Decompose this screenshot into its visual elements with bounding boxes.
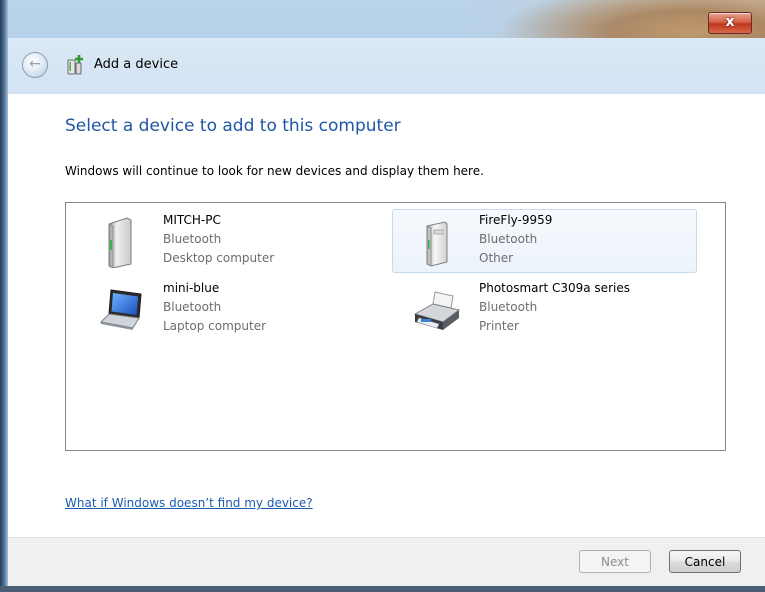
- back-arrow-icon: ←: [29, 56, 41, 72]
- generic-device-icon: [426, 221, 448, 267]
- laptop-icon: [99, 289, 142, 330]
- page-subtitle: Windows will continue to look for new de…: [65, 164, 484, 178]
- main-content: Select a device to add to this computer …: [8, 94, 765, 537]
- device-item-photosmart-c309a[interactable]: Photosmart C309a series Bluetooth Printe…: [392, 277, 697, 341]
- close-icon: x: [725, 14, 735, 30]
- device-type: Printer: [479, 319, 519, 333]
- window-title: Add a device: [94, 57, 179, 72]
- device-item-mitch-pc[interactable]: MITCH-PC Bluetooth Desktop computer: [76, 209, 381, 273]
- device-connection: Bluetooth: [479, 232, 538, 246]
- next-button[interactable]: Next: [579, 550, 651, 573]
- dialog-window: x ← Add a device Select a device to add …: [0, 0, 765, 592]
- printer-icon: [413, 291, 461, 330]
- device-list[interactable]: MITCH-PC Bluetooth Desktop computer Fire…: [65, 202, 726, 451]
- device-type: Other: [479, 251, 514, 265]
- device-connection: Bluetooth: [163, 300, 222, 314]
- device-name: MITCH-PC: [163, 213, 221, 227]
- window-frame-bottom: [0, 586, 765, 592]
- close-button[interactable]: x: [708, 12, 752, 34]
- page-heading: Select a device to add to this computer: [65, 116, 401, 136]
- add-device-icon: [67, 55, 83, 75]
- device-connection: Bluetooth: [479, 300, 538, 314]
- button-bar: Next Cancel: [8, 537, 765, 587]
- device-name: Photosmart C309a series: [479, 281, 630, 295]
- device-name: mini-blue: [163, 281, 220, 295]
- title-bar: ← Add a device: [8, 38, 765, 95]
- cancel-button[interactable]: Cancel: [669, 550, 741, 573]
- device-name: FireFly-9959: [479, 213, 553, 227]
- device-type: Desktop computer: [163, 251, 275, 265]
- desktop-tower-icon: [108, 217, 132, 268]
- device-item-firefly-9959[interactable]: FireFly-9959 Bluetooth Other: [392, 209, 697, 273]
- window-frame-edge: [0, 0, 8, 592]
- device-connection: Bluetooth: [163, 232, 222, 246]
- device-type: Laptop computer: [163, 319, 267, 333]
- device-item-mini-blue[interactable]: mini-blue Bluetooth Laptop computer: [76, 277, 381, 341]
- back-button[interactable]: ←: [22, 52, 48, 78]
- help-link[interactable]: What if Windows doesn’t find my device?: [65, 496, 313, 510]
